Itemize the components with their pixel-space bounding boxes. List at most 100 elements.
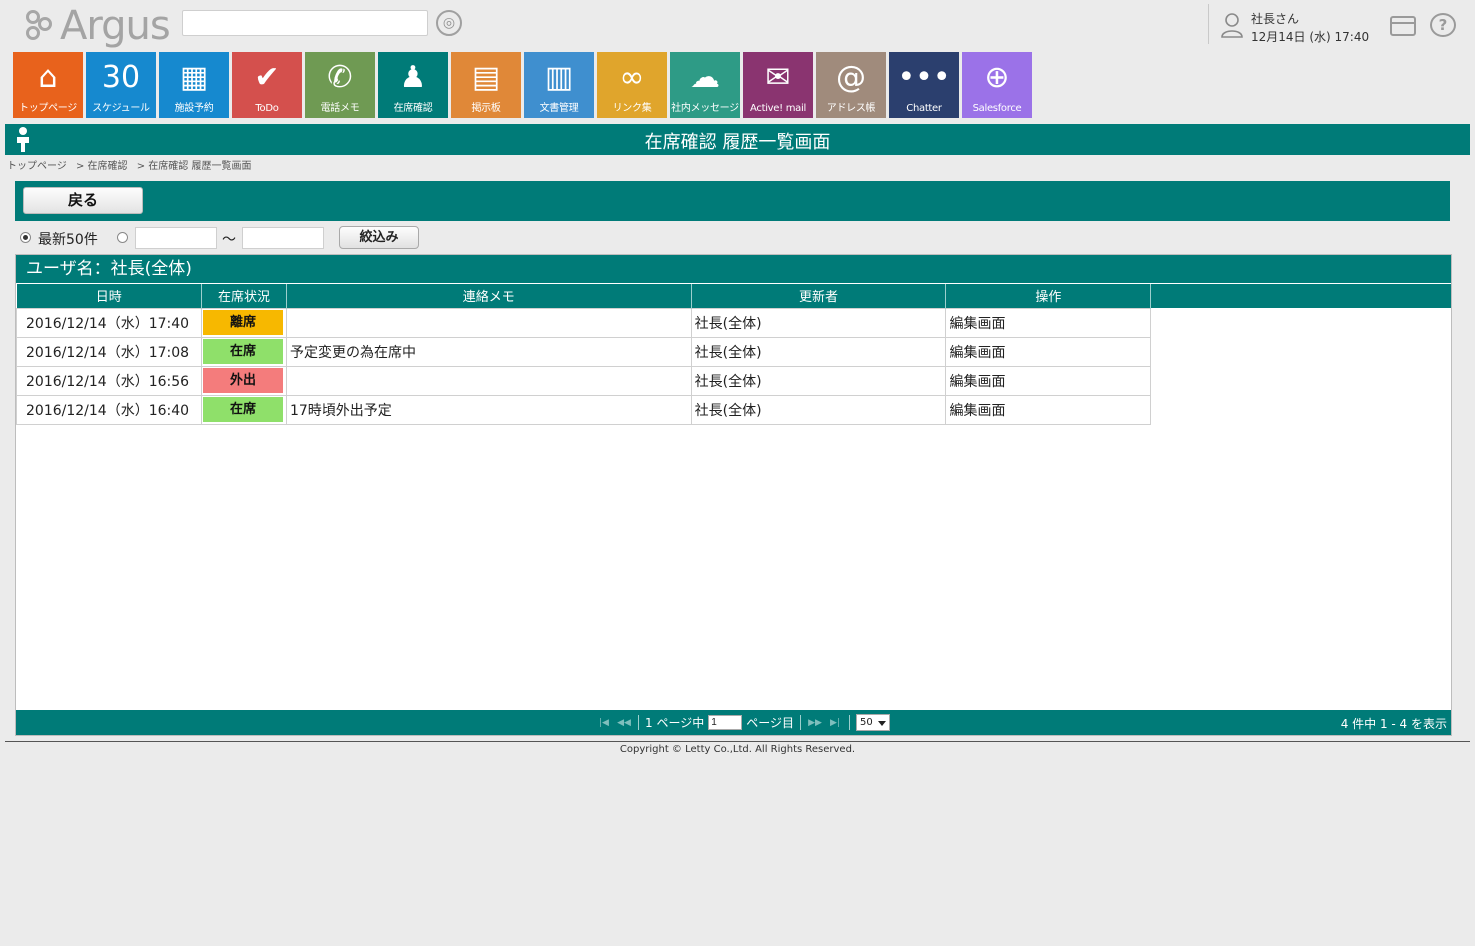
user-heading: ユーザ名：社長(全体) (16, 255, 1451, 283)
breadcrumb: トップページ > 在席確認 > 在席確認 履歴一覧画面 (7, 157, 258, 172)
app-tile-phone[interactable]: ✆ 電話メモ (305, 52, 375, 118)
cell-memo (285, 307, 692, 338)
range-radio[interactable] (117, 232, 128, 243)
filter-bar: 最新50件 ～ 絞込み (18, 226, 438, 250)
app-tile-addressbook[interactable]: @ アドレス帳 (816, 52, 886, 118)
cell-status: 在席 (200, 394, 287, 425)
app-tile-chatter[interactable]: ••• Chatter (889, 52, 959, 118)
column-spacer (1150, 284, 1451, 308)
page-suffix-text: ページ目 (746, 716, 794, 730)
status-badge: 在席 (202, 339, 283, 364)
cell-datetime: 2016/12/14（水）17:08 (16, 336, 202, 367)
app-tile-message[interactable]: ☁ 社内メッセージ (670, 52, 740, 118)
app-tile-label: リンク集 (612, 103, 652, 114)
logo-rings-icon (24, 8, 58, 44)
pager-separator (848, 715, 850, 730)
next-page-icon[interactable]: ▶▶ (807, 718, 823, 728)
latest-radio[interactable] (20, 232, 31, 243)
addressbook-icon: @ (836, 60, 866, 95)
cell-action[interactable]: 編集画面 (945, 394, 1152, 425)
board-icon: ▤ (471, 60, 501, 95)
cell-updater: 社長(全体) (690, 365, 947, 396)
calendar-icon: 30 (101, 60, 141, 95)
phone-icon: ✆ (327, 60, 353, 95)
user-datetime: 12月14日 (水) 17:40 (1251, 30, 1370, 44)
app-tile-board[interactable]: ▤ 掲示板 (451, 52, 521, 118)
app-tile-document[interactable]: ▥ 文書管理 (524, 52, 594, 118)
app-tile-presence[interactable]: ♟ 在席確認 (378, 52, 448, 118)
search-icon[interactable]: ◎ (436, 10, 462, 36)
cell-action[interactable]: 編集画面 (945, 307, 1152, 338)
cell-memo: 予定変更の為在席中 (285, 336, 692, 367)
cell-action[interactable]: 編集画面 (945, 336, 1152, 367)
cell-updater: 社長(全体) (690, 336, 947, 367)
last-page-icon[interactable]: ▶| (827, 718, 843, 728)
app-tile-label: 掲示板 (471, 103, 501, 114)
breadcrumb-item-top[interactable]: トップページ (7, 161, 67, 172)
status-badge: 離席 (202, 310, 283, 335)
link-icon: ∞ (619, 60, 645, 95)
page-number-input[interactable] (708, 715, 743, 730)
globe-icon: ⊕ (984, 60, 1010, 95)
latest-label: 最新50件 (38, 232, 98, 248)
message-icon: ☁ (690, 60, 720, 95)
column-datetime: 日時 (16, 284, 202, 308)
presence-icon: ♟ (399, 60, 427, 95)
toolbar: 戻る (15, 181, 1450, 221)
app-tile-globe[interactable]: ⊕ Salesforce (962, 52, 1032, 118)
app-tile-label: 文書管理 (539, 103, 579, 114)
first-page-icon[interactable]: |◀ (596, 718, 612, 728)
app-tile-label: 在席確認 (393, 103, 433, 114)
cell-updater: 社長(全体) (690, 394, 947, 425)
cell-status: 離席 (200, 307, 287, 338)
date-to-input[interactable] (242, 227, 324, 249)
cell-memo: 17時頃外出予定 (285, 394, 692, 425)
app-tile-todo[interactable]: ✔ ToDo (232, 52, 302, 118)
todo-icon: ✔ (254, 60, 280, 95)
pager-separator (638, 715, 639, 730)
help-icon[interactable]: ? (1430, 13, 1456, 37)
page-size-select[interactable]: 50 (855, 714, 890, 731)
app-tile-label: トップページ (19, 103, 77, 114)
app-tile-mail[interactable]: ✉ Active! mail (743, 52, 813, 118)
breadcrumb-item-presence[interactable]: > 在席確認 (76, 161, 128, 172)
app-tile-calendar[interactable]: 30 スケジュール (86, 52, 156, 118)
app-tile-label: 電話メモ (320, 103, 360, 114)
column-action: 操作 (945, 284, 1152, 308)
app-tile-facility[interactable]: ▦ 施設予約 (159, 52, 229, 118)
app-tile-home[interactable]: ⌂ トップページ (13, 52, 83, 118)
cell-memo (285, 365, 692, 396)
cell-action[interactable]: 編集画面 (945, 365, 1152, 396)
table-row: 2016/12/14（水）16:56 外出 社長(全体) 編集画面 (16, 365, 1451, 396)
chatter-icon: ••• (897, 60, 951, 95)
argus-logo[interactable]: Argus (24, 4, 171, 48)
facility-icon: ▦ (179, 60, 209, 95)
filter-button[interactable]: 絞込み (339, 226, 419, 249)
document-icon: ▥ (544, 60, 574, 95)
page-title: 在席確認 履歴一覧画面 (644, 132, 831, 153)
app-tile-link[interactable]: ∞ リンク集 (597, 52, 667, 118)
app-tile-label: スケジュール (92, 103, 150, 114)
table-row: 2016/12/14（水）17:40 離席 社長(全体) 編集画面 (16, 307, 1451, 338)
back-button[interactable]: 戻る (23, 187, 143, 214)
column-status: 在席状況 (201, 284, 287, 308)
app-tiles: ⌂ トップページ 30 スケジュール ▦ 施設予約 ✔ ToDo ✆ 電話メモ ♟ 在席確認 ▤ 掲示板 ▥… (13, 52, 1032, 118)
mail-icon: ✉ (765, 60, 791, 95)
user-name: 社長さん (1251, 12, 1300, 26)
title-bar: 在席確認 履歴一覧画面 (5, 124, 1470, 155)
search-input[interactable] (182, 10, 428, 36)
date-from-input[interactable] (135, 227, 217, 249)
user-icon (1221, 13, 1243, 38)
cell-datetime: 2016/12/14（水）16:56 (16, 365, 202, 396)
app-tile-label: 社内メッセージ (671, 103, 739, 114)
history-table: 日時 在席状況 連絡メモ 更新者 操作 2016/12/14（水）17:40 離席… (16, 284, 1451, 425)
window-icon[interactable] (1390, 16, 1416, 36)
home-icon: ⌂ (38, 60, 58, 95)
column-updater: 更新者 (691, 284, 947, 308)
table-row: 2016/12/14（水）16:40 在席 17時頃外出予定 社長(全体) 編集画面 (16, 394, 1451, 425)
total-pages-text: 1 ページ中 (645, 716, 705, 730)
prev-page-icon[interactable]: ◀◀ (616, 718, 632, 728)
header: Argus ◎ 社長さん 12月14日 (水) 17:40 ? (0, 0, 1475, 50)
user-divider (1208, 4, 1209, 44)
app-tile-label: アドレス帳 (826, 103, 876, 114)
